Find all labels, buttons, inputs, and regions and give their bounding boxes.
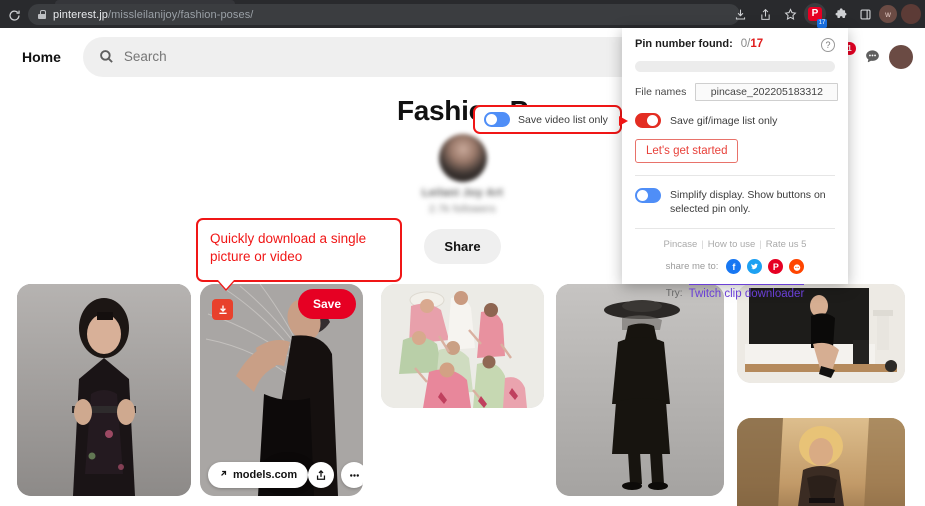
try-label: Try:	[665, 288, 683, 300]
filenames-input[interactable]	[695, 83, 839, 101]
pin-count-group: Pin number found: 0/17	[635, 38, 763, 50]
profile-followers: 2.7k followers	[429, 204, 496, 215]
messages-icon[interactable]	[859, 44, 885, 70]
pin-grid: Save models.com	[0, 280, 925, 506]
pin-found-label: Pin number found:	[635, 38, 733, 50]
pin-action-buttons	[308, 462, 363, 488]
pin-found-current: 0	[740, 38, 748, 50]
sidepanel-icon[interactable]	[854, 3, 876, 25]
save-button[interactable]: Save	[297, 289, 356, 319]
share-me-to-label: share me to:	[665, 261, 719, 273]
share-button[interactable]: Share	[424, 229, 501, 264]
download-icon[interactable]	[212, 299, 233, 320]
url-host: pinterest.jp	[53, 8, 109, 21]
pin-card-active[interactable]: Save models.com	[200, 284, 363, 496]
save-video-list-toggle[interactable]	[484, 112, 510, 127]
ellipsis-icon[interactable]	[341, 462, 363, 488]
annotation-callout: Quickly download a single picture or vid…	[196, 218, 402, 282]
pin-card[interactable]	[381, 284, 544, 408]
simplify-display-toggle[interactable]	[635, 188, 661, 203]
browser-chrome: pinterest.jp/missleilanijoy/fashion-pose…	[0, 0, 925, 28]
pin-found-total: 17	[750, 38, 764, 50]
screenshot-root: pinterest.jp/missleilanijoy/fashion-pose…	[0, 0, 925, 506]
save-gif-image-list-label: Save gif/image list only	[670, 114, 778, 127]
search-placeholder: Search	[123, 49, 167, 64]
extensions-puzzle-icon[interactable]	[829, 3, 851, 25]
pin-count-row: Pin number found: 0/17 ?	[635, 38, 835, 52]
simplify-display-label: Simplify display. Show buttons on select…	[670, 189, 826, 216]
install-icon[interactable]	[729, 3, 751, 25]
home-link[interactable]: Home	[12, 43, 71, 71]
share-upload-icon[interactable]	[308, 462, 335, 488]
extension-popup: Pin number found: 0/17 ? File names Save …	[619, 28, 848, 300]
gif-toggle-row: Save gif/image list only	[619, 113, 835, 128]
bookmark-star-icon[interactable]	[779, 3, 801, 25]
pin-card[interactable]	[17, 284, 191, 496]
save-video-list-callout: Save video list only	[473, 105, 632, 134]
try-row: Try: Twitch clip downloader	[635, 284, 835, 300]
share-row: share me to: f P	[635, 259, 835, 275]
url-path: /missleilanijoy/fashion-poses/	[108, 8, 254, 21]
search-icon	[99, 49, 114, 64]
avatar[interactable]	[438, 134, 487, 182]
profile-name: Leilani Joy Art	[421, 187, 504, 199]
pin-card[interactable]	[556, 284, 724, 496]
save-gif-image-list-toggle[interactable]	[635, 113, 661, 128]
footer-links: Pincase | How to use | Rate us 5	[663, 239, 807, 251]
pin-source-label: models.com	[233, 469, 298, 481]
pin-found-value: 0/17	[740, 38, 764, 50]
simplify-display-row: Simplify display. Show buttons on select…	[622, 176, 848, 228]
footer-link-rate-us[interactable]: Rate us 5	[766, 239, 807, 250]
pincase-extension-icon[interactable]: P 17	[804, 3, 827, 28]
pin-image	[381, 284, 544, 408]
address-bar[interactable]: pinterest.jp/missleilanijoy/fashion-pose…	[28, 4, 740, 25]
pin-image	[17, 284, 191, 496]
popup-top-section: Pin number found: 0/17 ? File names Save …	[619, 28, 848, 175]
pincase-extension-badge: 17	[817, 19, 827, 28]
annotation-text: Quickly download a single picture or vid…	[210, 231, 367, 264]
external-link-icon	[219, 469, 228, 481]
twitter-icon[interactable]	[747, 259, 763, 275]
facebook-icon[interactable]: f	[726, 259, 742, 275]
browser-actions: P 17 w	[729, 3, 921, 28]
reload-icon[interactable]	[4, 5, 24, 25]
download-progress-bar	[635, 61, 835, 72]
filenames-label: File names	[635, 86, 687, 98]
footer-link-pincase[interactable]: Pincase	[664, 239, 698, 250]
annotation-arrow-icon	[619, 115, 628, 126]
chrome-profile-avatar[interactable]: w	[879, 5, 897, 23]
question-mark-icon[interactable]: ?	[821, 38, 835, 52]
pinterest-icon[interactable]: P	[768, 259, 784, 275]
pin-source-link[interactable]: models.com	[208, 462, 309, 488]
share-icon[interactable]	[754, 3, 776, 25]
pin-image	[737, 418, 905, 506]
chrome-profile-avatar-secondary[interactable]	[901, 4, 921, 24]
pin-image	[556, 284, 724, 496]
save-video-list-label: Save video list only	[518, 113, 608, 126]
url-text: pinterest.jp/missleilanijoy/fashion-pose…	[53, 9, 253, 21]
lock-icon	[38, 10, 46, 19]
popup-footer: Pincase | How to use | Rate us 5 share me to…	[622, 229, 848, 309]
lets-get-started-button[interactable]: Let's get started	[635, 139, 739, 163]
footer-link-how-to-use[interactable]: How to use	[708, 239, 756, 250]
pin-card[interactable]	[737, 418, 905, 506]
user-avatar[interactable]	[889, 44, 913, 69]
reddit-icon[interactable]	[789, 259, 805, 275]
twitch-clip-downloader-link[interactable]: Twitch clip downloader	[688, 284, 805, 300]
filenames-row: File names	[635, 83, 839, 101]
pin-actions: models.com	[208, 462, 363, 488]
